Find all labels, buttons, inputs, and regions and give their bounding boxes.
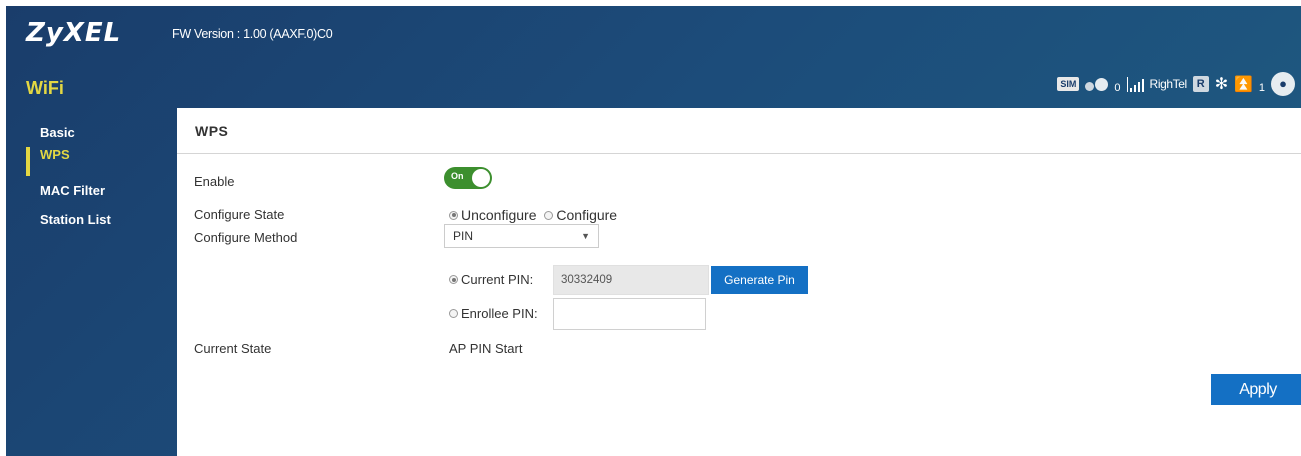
firmware-version: FW Version : 1.00 (AAXF.0)C0 [172, 27, 333, 41]
toggle-knob [472, 169, 490, 187]
current-state-label: Current State [194, 341, 272, 356]
radio-checked-icon [449, 275, 458, 285]
radio-configure[interactable]: Configure [544, 207, 617, 223]
enrollee-pin-option[interactable]: Enrollee PIN: [449, 306, 538, 321]
clients-count: 1 [1258, 82, 1265, 94]
section-title: WiFi [26, 78, 64, 98]
current-pin-field: 30332409 [553, 265, 709, 295]
operator-name: RighTel [1149, 77, 1188, 91]
configure-state-radios: Unconfigure Configure [449, 207, 617, 223]
configure-method-label: Configure Method [194, 230, 298, 245]
signal-icon [1126, 76, 1144, 92]
zyxel-logo: ZyXEL [26, 18, 122, 48]
settings-icon[interactable]: ✻ [1215, 74, 1228, 94]
sidebar-item-basic[interactable]: Basic [24, 118, 174, 147]
sidebar-item-label: WPS [40, 147, 70, 162]
router-icon: ⏫ [1234, 76, 1253, 93]
sidebar-item-station-list[interactable]: Station List [24, 205, 174, 234]
sim-icon: SIM [1057, 77, 1080, 91]
radio-unchecked-icon [449, 309, 458, 319]
configure-state-label: Configure State [194, 207, 285, 222]
status-bar: SIM 0 RighTel R ✻ ⏫ 1 ● [1057, 72, 1295, 96]
toggle-text: On [451, 171, 464, 181]
wps-panel: WPS Enable On Configure State Unconfigur… [177, 108, 1301, 456]
enrollee-pin-input[interactable] [553, 298, 706, 330]
messages-count: 0 [1114, 82, 1121, 94]
radio-unconfigure[interactable]: Unconfigure [449, 207, 537, 223]
current-pin-option[interactable]: Current PIN: [449, 272, 533, 287]
dropdown-arrow-icon: ▼ [581, 231, 590, 241]
apply-button[interactable]: Apply [1211, 374, 1301, 405]
roaming-icon: R [1192, 76, 1209, 92]
method-select[interactable]: PIN ▼ [444, 224, 599, 248]
panel-title: WPS [177, 108, 1301, 154]
radio-unchecked-icon [544, 210, 554, 220]
message-icon[interactable] [1085, 77, 1109, 91]
sidebar: Basic WPS MAC Filter Station List [24, 118, 174, 234]
sidebar-item-wps[interactable]: WPS [24, 147, 174, 176]
sidebar-item-mac-filter[interactable]: MAC Filter [24, 176, 174, 205]
app-frame: ZyXEL FW Version : 1.00 (AAXF.0)C0 WiFi … [6, 6, 1301, 456]
enable-toggle[interactable]: On [444, 167, 492, 189]
current-state-value: AP PIN Start [449, 341, 523, 356]
generate-pin-button[interactable]: Generate Pin [711, 266, 808, 294]
radio-checked-icon [449, 210, 458, 220]
user-avatar-icon[interactable]: ● [1271, 72, 1295, 96]
enable-label: Enable [194, 174, 235, 189]
